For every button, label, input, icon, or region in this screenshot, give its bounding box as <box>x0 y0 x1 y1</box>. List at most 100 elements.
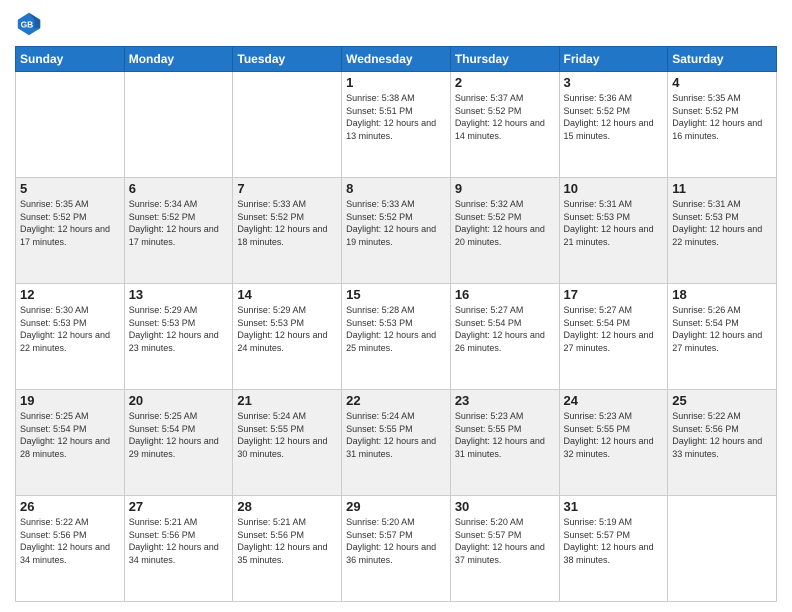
calendar-cell: 10 Sunrise: 5:31 AM Sunset: 5:53 PM Dayli… <box>559 178 668 284</box>
week-row-4: 26Sunrise: 5:22 AM Sunset: 5:56 PM Dayli… <box>16 496 777 602</box>
day-number: 27 <box>129 499 229 514</box>
day-number: 17 <box>564 287 664 302</box>
day-info: Sunrise: 5:23 AM Sunset: 5:55 PM Dayligh… <box>455 410 555 460</box>
day-number: 12 <box>20 287 120 302</box>
day-info: Sunrise: 5:20 AM Sunset: 5:57 PM Dayligh… <box>346 516 446 566</box>
page: GB SundayMondayTuesdayWednesdayThursdayF… <box>0 0 792 612</box>
day-number: 7 <box>237 181 337 196</box>
day-number: 23 <box>455 393 555 408</box>
weekday-header-wednesday: Wednesday <box>342 47 451 72</box>
day-info: Sunrise: 5:31 AM Sunset: 5:53 PM Dayligh… <box>672 198 772 248</box>
header: GB <box>15 10 777 38</box>
day-number: 3 <box>564 75 664 90</box>
calendar-cell: 21 Sunrise: 5:24 AM Sunset: 5:55 PM Dayli… <box>233 390 342 496</box>
day-info: Sunrise: 5:35 AM Sunset: 5:52 PM Dayligh… <box>672 92 772 142</box>
calendar-cell: 5 Sunrise: 5:35 AM Sunset: 5:52 PM Daylig… <box>16 178 125 284</box>
day-info: Sunrise: 5:24 AM Sunset: 5:55 PM Dayligh… <box>346 410 446 460</box>
day-info: Sunrise: 5:27 AM Sunset: 5:54 PM Dayligh… <box>455 304 555 354</box>
calendar-cell: 27 Sunrise: 5:21 AM Sunset: 5:56 PM Dayli… <box>124 496 233 602</box>
calendar-cell: 2Sunrise: 5:37 AM Sunset: 5:52 PM Daylig… <box>450 72 559 178</box>
calendar-cell <box>16 72 125 178</box>
day-number: 18 <box>672 287 772 302</box>
calendar-table: SundayMondayTuesdayWednesdayThursdayFrid… <box>15 46 777 602</box>
day-info: Sunrise: 5:19 AM Sunset: 5:57 PM Dayligh… <box>564 516 664 566</box>
day-number: 31 <box>564 499 664 514</box>
weekday-header-sunday: Sunday <box>16 47 125 72</box>
day-info: Sunrise: 5:29 AM Sunset: 5:53 PM Dayligh… <box>237 304 337 354</box>
day-number: 13 <box>129 287 229 302</box>
calendar-cell: 3 Sunrise: 5:36 AM Sunset: 5:52 PM Daylig… <box>559 72 668 178</box>
calendar-cell: 18 Sunrise: 5:26 AM Sunset: 5:54 PM Dayli… <box>668 284 777 390</box>
day-info: Sunrise: 5:21 AM Sunset: 5:56 PM Dayligh… <box>129 516 229 566</box>
calendar-cell <box>668 496 777 602</box>
day-info: Sunrise: 5:30 AM Sunset: 5:53 PM Dayligh… <box>20 304 120 354</box>
day-number: 30 <box>455 499 555 514</box>
week-row-1: 5 Sunrise: 5:35 AM Sunset: 5:52 PM Daylig… <box>16 178 777 284</box>
svg-text:GB: GB <box>21 20 34 30</box>
calendar-cell: 28 Sunrise: 5:21 AM Sunset: 5:56 PM Dayli… <box>233 496 342 602</box>
weekday-header-monday: Monday <box>124 47 233 72</box>
day-info: Sunrise: 5:31 AM Sunset: 5:53 PM Dayligh… <box>564 198 664 248</box>
day-number: 5 <box>20 181 120 196</box>
day-number: 4 <box>672 75 772 90</box>
weekday-header-tuesday: Tuesday <box>233 47 342 72</box>
calendar-cell: 11 Sunrise: 5:31 AM Sunset: 5:53 PM Dayli… <box>668 178 777 284</box>
day-info: Sunrise: 5:34 AM Sunset: 5:52 PM Dayligh… <box>129 198 229 248</box>
day-info: Sunrise: 5:24 AM Sunset: 5:55 PM Dayligh… <box>237 410 337 460</box>
day-info: Sunrise: 5:29 AM Sunset: 5:53 PM Dayligh… <box>129 304 229 354</box>
calendar-cell: 25Sunrise: 5:22 AM Sunset: 5:56 PM Dayli… <box>668 390 777 496</box>
day-info: Sunrise: 5:25 AM Sunset: 5:54 PM Dayligh… <box>129 410 229 460</box>
day-info: Sunrise: 5:20 AM Sunset: 5:57 PM Dayligh… <box>455 516 555 566</box>
weekday-header-saturday: Saturday <box>668 47 777 72</box>
day-number: 19 <box>20 393 120 408</box>
day-number: 14 <box>237 287 337 302</box>
day-number: 28 <box>237 499 337 514</box>
calendar-cell: 22Sunrise: 5:24 AM Sunset: 5:55 PM Dayli… <box>342 390 451 496</box>
day-info: Sunrise: 5:21 AM Sunset: 5:56 PM Dayligh… <box>237 516 337 566</box>
calendar-cell: 31 Sunrise: 5:19 AM Sunset: 5:57 PM Dayli… <box>559 496 668 602</box>
day-number: 6 <box>129 181 229 196</box>
calendar-cell: 20 Sunrise: 5:25 AM Sunset: 5:54 PM Dayli… <box>124 390 233 496</box>
day-info: Sunrise: 5:35 AM Sunset: 5:52 PM Dayligh… <box>20 198 120 248</box>
day-info: Sunrise: 5:37 AM Sunset: 5:52 PM Dayligh… <box>455 92 555 142</box>
day-info: Sunrise: 5:33 AM Sunset: 5:52 PM Dayligh… <box>346 198 446 248</box>
day-number: 29 <box>346 499 446 514</box>
calendar-cell: 7Sunrise: 5:33 AM Sunset: 5:52 PM Daylig… <box>233 178 342 284</box>
calendar-cell: 6 Sunrise: 5:34 AM Sunset: 5:52 PM Daylig… <box>124 178 233 284</box>
calendar-cell: 1Sunrise: 5:38 AM Sunset: 5:51 PM Daylig… <box>342 72 451 178</box>
calendar-cell <box>124 72 233 178</box>
calendar-cell: 30 Sunrise: 5:20 AM Sunset: 5:57 PM Dayli… <box>450 496 559 602</box>
day-number: 20 <box>129 393 229 408</box>
calendar-cell: 16Sunrise: 5:27 AM Sunset: 5:54 PM Dayli… <box>450 284 559 390</box>
day-number: 1 <box>346 75 446 90</box>
day-info: Sunrise: 5:32 AM Sunset: 5:52 PM Dayligh… <box>455 198 555 248</box>
day-info: Sunrise: 5:36 AM Sunset: 5:52 PM Dayligh… <box>564 92 664 142</box>
calendar-cell: 15 Sunrise: 5:28 AM Sunset: 5:53 PM Dayli… <box>342 284 451 390</box>
logo: GB <box>15 10 47 38</box>
day-info: Sunrise: 5:28 AM Sunset: 5:53 PM Dayligh… <box>346 304 446 354</box>
calendar-cell: 19Sunrise: 5:25 AM Sunset: 5:54 PM Dayli… <box>16 390 125 496</box>
week-row-0: 1Sunrise: 5:38 AM Sunset: 5:51 PM Daylig… <box>16 72 777 178</box>
day-info: Sunrise: 5:26 AM Sunset: 5:54 PM Dayligh… <box>672 304 772 354</box>
calendar-cell <box>233 72 342 178</box>
day-number: 24 <box>564 393 664 408</box>
day-number: 10 <box>564 181 664 196</box>
calendar-cell: 23 Sunrise: 5:23 AM Sunset: 5:55 PM Dayli… <box>450 390 559 496</box>
calendar-cell: 9Sunrise: 5:32 AM Sunset: 5:52 PM Daylig… <box>450 178 559 284</box>
day-number: 25 <box>672 393 772 408</box>
day-info: Sunrise: 5:27 AM Sunset: 5:54 PM Dayligh… <box>564 304 664 354</box>
day-number: 11 <box>672 181 772 196</box>
calendar-cell: 14 Sunrise: 5:29 AM Sunset: 5:53 PM Dayli… <box>233 284 342 390</box>
day-number: 15 <box>346 287 446 302</box>
calendar-cell: 13 Sunrise: 5:29 AM Sunset: 5:53 PM Dayli… <box>124 284 233 390</box>
day-info: Sunrise: 5:22 AM Sunset: 5:56 PM Dayligh… <box>20 516 120 566</box>
calendar-cell: 12 Sunrise: 5:30 AM Sunset: 5:53 PM Dayli… <box>16 284 125 390</box>
calendar-cell: 8Sunrise: 5:33 AM Sunset: 5:52 PM Daylig… <box>342 178 451 284</box>
calendar-cell: 29 Sunrise: 5:20 AM Sunset: 5:57 PM Dayli… <box>342 496 451 602</box>
calendar-cell: 24 Sunrise: 5:23 AM Sunset: 5:55 PM Dayli… <box>559 390 668 496</box>
week-row-2: 12 Sunrise: 5:30 AM Sunset: 5:53 PM Dayli… <box>16 284 777 390</box>
day-number: 21 <box>237 393 337 408</box>
weekday-header-row: SundayMondayTuesdayWednesdayThursdayFrid… <box>16 47 777 72</box>
day-info: Sunrise: 5:23 AM Sunset: 5:55 PM Dayligh… <box>564 410 664 460</box>
calendar-cell: 26Sunrise: 5:22 AM Sunset: 5:56 PM Dayli… <box>16 496 125 602</box>
